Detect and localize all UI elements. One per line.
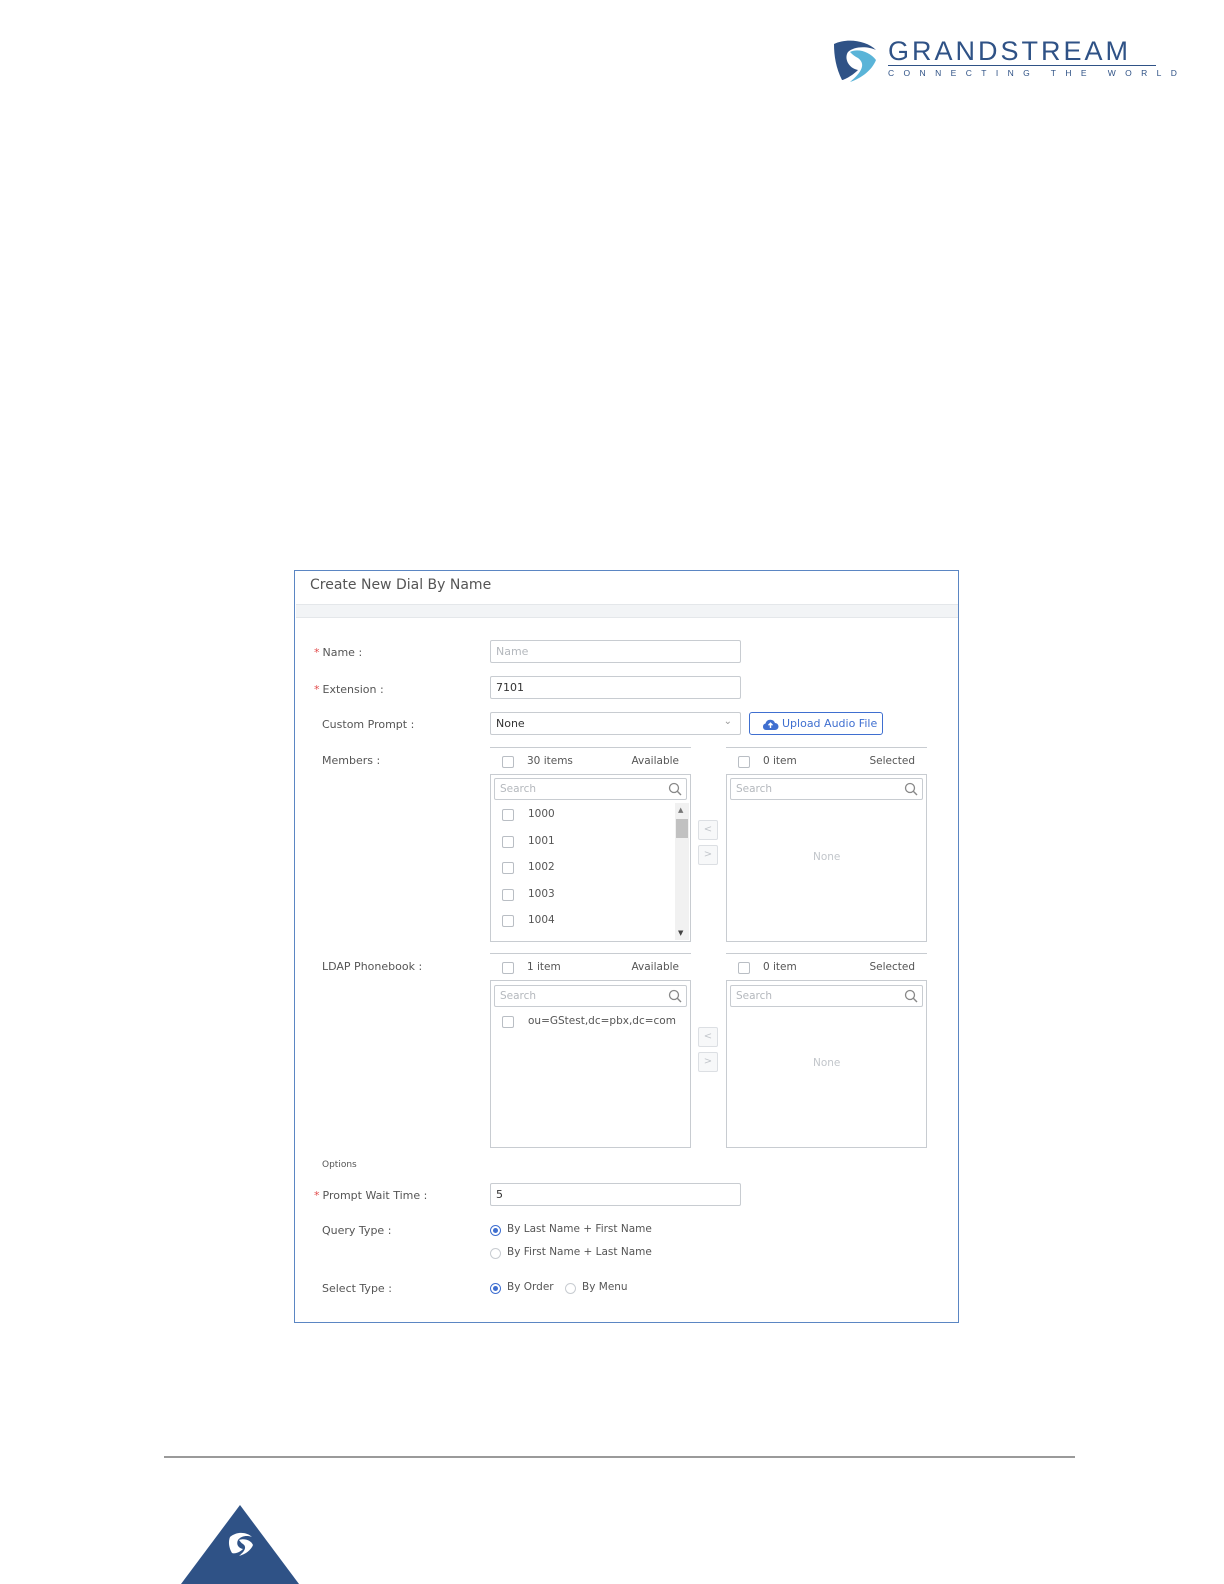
dialog-title: Create New Dial By Name [310,577,492,593]
ldap-available-list: Search ou=GStest,dc=pbx,dc=com [490,980,691,1148]
query-type-last-first-radio[interactable] [490,1225,501,1236]
ldap-selected-title: Selected [869,961,915,973]
select-type-by-order-radio[interactable] [490,1283,501,1294]
item-checkbox[interactable] [502,862,514,874]
upload-audio-file-label: Upload Audio File [782,717,878,730]
ldap-selected-empty: None [813,1057,841,1069]
name-input[interactable] [490,640,741,663]
ldap-move-left-button[interactable]: < [698,1027,718,1047]
custom-prompt-label: Custom Prompt : [322,718,415,731]
item-checkbox[interactable] [502,889,514,901]
search-icon [904,989,918,1003]
members-available-count: 30 items [527,755,573,767]
scroll-up-icon[interactable]: ▲ [678,806,683,814]
ldap-phonebook-label: LDAP Phonebook : [322,960,423,973]
members-selected-header: 0 item Selected [726,747,927,773]
members-selected-count: 0 item [763,755,797,767]
footer-logo-icon [181,1505,299,1584]
item-checkbox[interactable] [502,1016,514,1028]
brand-tagline: CONNECTING THE WORLD [888,68,1187,78]
cloud-upload-icon [762,719,779,730]
prompt-wait-time-input[interactable] [490,1183,741,1206]
chevron-down-icon: ⌄ [723,716,732,727]
brand-name: GRANDSTREAM [888,36,1132,66]
query-type-label: Query Type : [322,1224,392,1237]
members-move-right-button[interactable]: > [698,845,718,865]
required-mark: * [314,646,320,659]
upload-audio-file-button[interactable]: Upload Audio File [749,712,883,735]
search-icon [904,782,918,796]
scroll-down-icon[interactable]: ▼ [678,929,683,937]
item-checkbox[interactable] [502,836,514,848]
ldap-available-search-input[interactable]: Search [494,985,687,1007]
members-selected-title: Selected [869,755,915,767]
ldap-available-count: 1 item [527,961,561,973]
ldap-available-title: Available [631,961,679,973]
ldap-available-select-all-checkbox[interactable] [502,962,514,974]
members-selected-list: Search None [726,774,927,942]
grandstream-logo-icon [834,40,876,82]
ldap-selected-list: Search None [726,980,927,1148]
scrollbar-thumb[interactable] [676,819,688,838]
members-move-left-button[interactable]: < [698,820,718,840]
brand-divider [888,65,1156,66]
prompt-wait-time-label: * Prompt Wait Time : [314,1189,428,1202]
select-type-label: Select Type : [322,1282,392,1295]
members-available-search-input[interactable]: Search [494,778,687,800]
extension-label: * Extension : [314,683,384,696]
dialog-header-band [296,604,958,618]
item-checkbox[interactable] [502,915,514,927]
members-available-list: Search 1000 1001 1002 1003 1004 ▲ ▼ [490,774,691,942]
item-checkbox[interactable] [502,809,514,821]
ldap-selected-header: 0 item Selected [726,953,927,979]
required-mark: * [314,683,320,696]
members-selected-select-all-checkbox[interactable] [738,756,750,768]
search-icon [668,782,682,796]
members-selected-search-input[interactable]: Search [730,778,923,800]
members-available-title: Available [631,755,679,767]
query-type-first-last-radio[interactable] [490,1248,501,1259]
name-label: * Name : [314,646,363,659]
ldap-selected-search-input[interactable]: Search [730,985,923,1007]
custom-prompt-select[interactable]: None ⌄ [490,712,741,735]
search-icon [668,989,682,1003]
select-type-by-menu-radio[interactable] [565,1283,576,1294]
footer-divider [164,1456,1075,1458]
options-heading: Options [322,1160,357,1170]
custom-prompt-value: None [496,717,525,730]
members-scrollbar[interactable]: ▲ ▼ [675,803,689,940]
members-available-select-all-checkbox[interactable] [502,756,514,768]
ldap-available-header: 1 item Available [490,953,691,979]
members-selected-empty: None [813,851,841,863]
members-available-header: 30 items Available [490,747,691,773]
members-label: Members : [322,754,381,767]
required-mark: * [314,1189,320,1202]
ldap-selected-select-all-checkbox[interactable] [738,962,750,974]
ldap-selected-count: 0 item [763,961,797,973]
extension-input[interactable] [490,676,741,699]
ldap-move-right-button[interactable]: > [698,1052,718,1072]
